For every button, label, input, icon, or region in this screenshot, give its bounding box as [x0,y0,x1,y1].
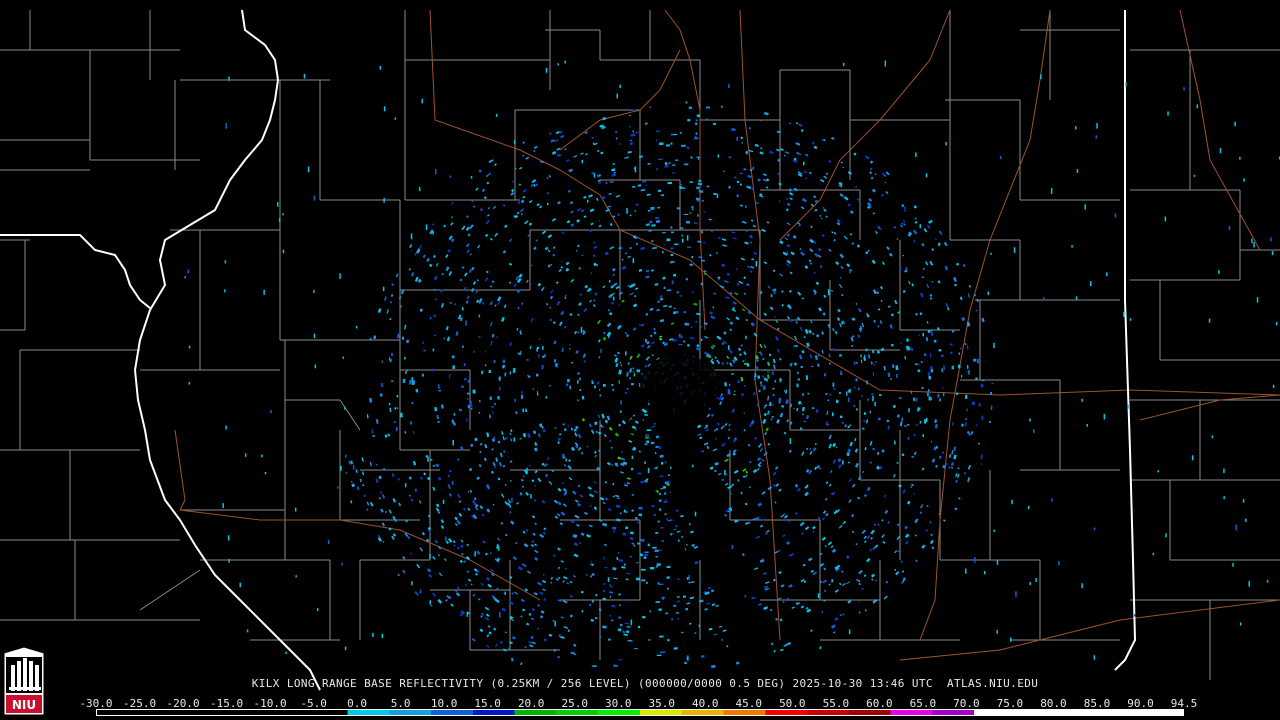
niu-logo: NIU [3,647,45,716]
niu-logo-text: NIU [12,698,36,712]
product-caption: KILX LONG RANGE BASE REFLECTIVITY (0.25K… [251,677,1039,690]
radar-site-center [640,355,720,415]
color-scale-labels: -30.0 -25.0 -20.0 -15.0 -10.0 -5.0 0.0 5.0 10.0 1… [79,697,1197,710]
color-scale-bar [96,709,1184,716]
radar-map [0,0,1280,720]
